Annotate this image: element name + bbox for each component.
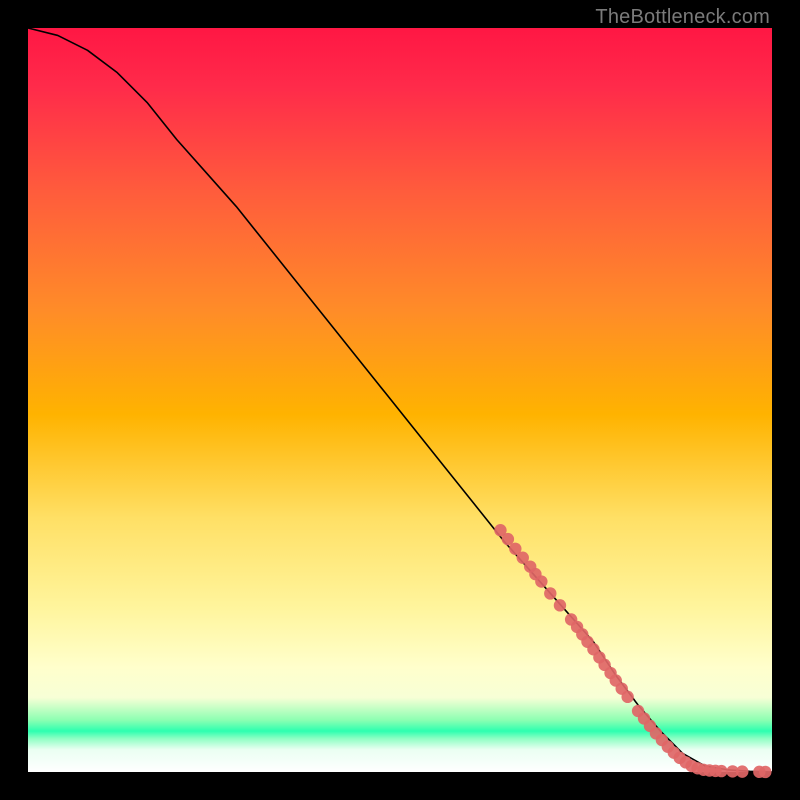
chart-overlay	[28, 28, 772, 772]
marker-point	[554, 599, 566, 611]
marker-point	[621, 691, 633, 703]
chart-frame: TheBottleneck.com	[0, 0, 800, 800]
marker-point	[544, 587, 556, 599]
marker-point	[535, 575, 547, 587]
marker-point	[759, 766, 771, 778]
marker-point	[715, 765, 727, 777]
curve-line	[28, 28, 772, 772]
marker-point	[736, 765, 748, 777]
marker-group	[494, 524, 771, 778]
watermark-text: TheBottleneck.com	[595, 6, 770, 29]
